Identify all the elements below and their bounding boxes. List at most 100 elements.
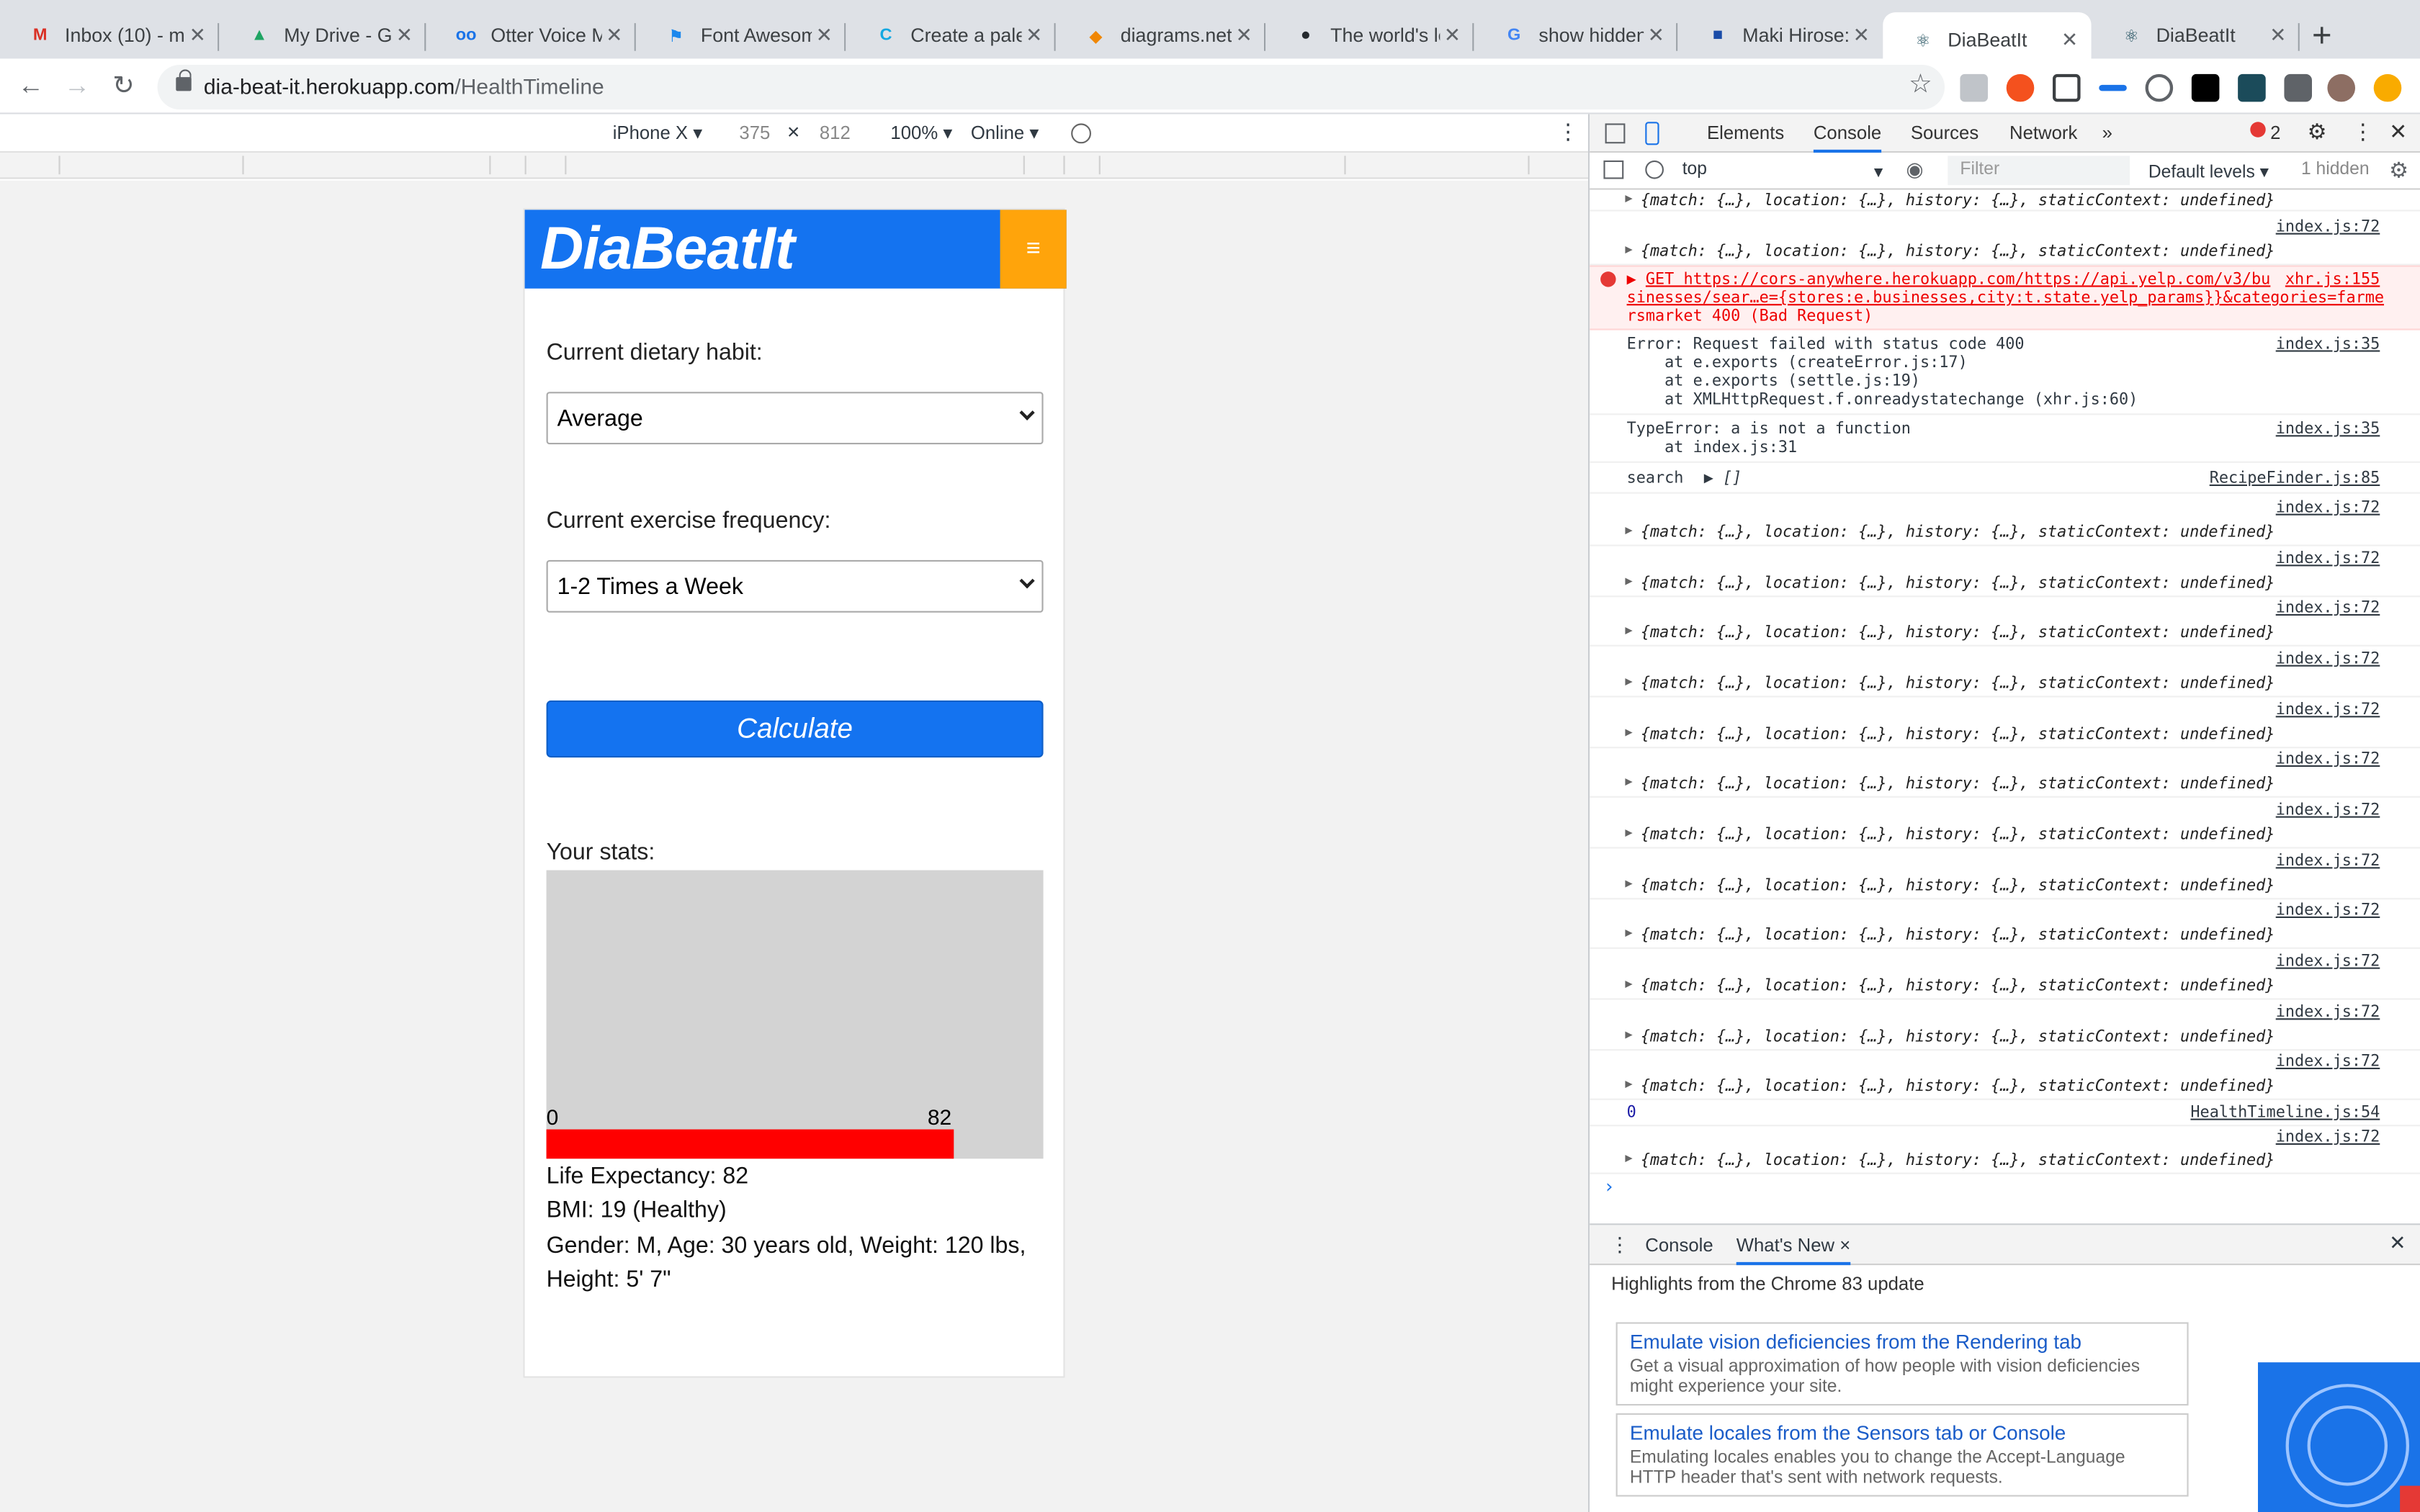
tab-elements[interactable]: Elements: [1707, 122, 1784, 143]
live-expression-eye-icon[interactable]: ◉: [1906, 158, 1923, 182]
reload-icon[interactable]: ↻: [105, 68, 142, 104]
console-log-row[interactable]: index.js:72 ▶ {match: {…}, location: {…}, …: [1590, 747, 2420, 798]
browser-tab[interactable]: ▲ My Drive - Go ✕: [219, 12, 426, 58]
puzzle-extensions-icon[interactable]: [2284, 73, 2312, 102]
tab-network[interactable]: Network: [2009, 122, 2077, 143]
log-levels-select[interactable]: Default levels ▾: [2148, 161, 2269, 182]
exercise-select[interactable]: 1-2 Times a Week: [546, 559, 1044, 613]
browser-tab[interactable]: ⚛ DiaBeatIt ✕: [2092, 12, 2300, 58]
source-link[interactable]: index.js:72: [2276, 903, 2380, 920]
console-log-row[interactable]: ▶ {match: {…}, location: {…}, history: {……: [1590, 190, 2420, 212]
expand-triangle-icon[interactable]: ▶: [1625, 976, 1632, 990]
browser-tab[interactable]: ● The world's le ✕: [1265, 12, 1474, 58]
console-log-row[interactable]: index.js:72 ▶ {match: {…}, location: {…}, …: [1590, 898, 2420, 949]
console-filter-input[interactable]: Filter: [1948, 156, 2130, 186]
close-tab-icon[interactable]: ✕: [1022, 23, 1047, 48]
source-link[interactable]: index.js:72: [2276, 651, 2380, 668]
console-error-row[interactable]: Error: Request failed with status code 4…: [1590, 332, 2420, 415]
expand-triangle-icon[interactable]: ▶: [1625, 876, 1632, 890]
source-link[interactable]: index.js:72: [2276, 853, 2380, 870]
console-log-row[interactable]: 0 HealthTimeline.js:54: [1590, 1100, 2420, 1127]
clear-console-icon[interactable]: [1645, 160, 1664, 179]
react-devtools-icon[interactable]: [2238, 73, 2266, 102]
expand-triangle-icon[interactable]: ▶: [1625, 825, 1632, 839]
source-link[interactable]: index.js:72: [2276, 1130, 2380, 1147]
back-icon[interactable]: ←: [12, 68, 49, 104]
close-tab-icon[interactable]: ✕: [2266, 23, 2290, 48]
tab-sources[interactable]: Sources: [1911, 122, 1978, 143]
console-log-row[interactable]: index.js:72 ▶ {match: {…}, location: {…}, …: [1590, 595, 2420, 647]
drawer-tab-whats-new[interactable]: What's New ×: [1736, 1234, 1851, 1266]
drawer-tab-console[interactable]: Console: [1645, 1234, 1713, 1256]
devtools-menu-icon[interactable]: ⋮: [2352, 119, 2374, 145]
close-tab-icon[interactable]: ✕: [602, 23, 627, 48]
console-log-row[interactable]: search ▶ [] RecipeFinder.js:85: [1590, 464, 2420, 494]
source-link[interactable]: HealthTimeline.js:54: [2190, 1104, 2380, 1122]
console-log-row[interactable]: index.js:72 ▶ {match: {…}, location: {…}, …: [1590, 1126, 2420, 1174]
source-link[interactable]: index.js:72: [2276, 600, 2380, 618]
source-link[interactable]: index.js:72: [2276, 802, 2380, 819]
expand-triangle-icon[interactable]: ▶: [1625, 775, 1632, 788]
close-tab-icon[interactable]: ✕: [1232, 23, 1256, 48]
expand-triangle-icon[interactable]: ▶: [1625, 1077, 1632, 1091]
expand-triangle-icon[interactable]: ▶: [1625, 674, 1632, 688]
console-log-row[interactable]: index.js:72 ▶ {match: {…}, location: {…}, …: [1590, 647, 2420, 698]
expand-triangle-icon[interactable]: ▶: [1625, 624, 1632, 637]
more-options-icon[interactable]: ⋮: [1557, 119, 1579, 145]
source-link[interactable]: index.js:72: [2276, 500, 2380, 517]
network-throttle-select[interactable]: Online ▾: [971, 122, 1039, 143]
console-error-row[interactable]: ▶ GET https://cors-anywhere.herokuapp.co…: [1590, 265, 2420, 330]
console-settings-gear-icon[interactable]: ⚙: [2389, 158, 2408, 184]
source-link[interactable]: index.js:72: [2276, 1054, 2380, 1071]
source-link[interactable]: index.js:72: [2276, 702, 2380, 719]
close-tab-icon[interactable]: ✕: [1440, 23, 1464, 48]
card-title[interactable]: Emulate locales from the Sensors tab or …: [1630, 1421, 2174, 1444]
console-log-row[interactable]: index.js:72 ▶ {match: {…}, location: {…}, …: [1590, 798, 2420, 849]
extension-icon[interactable]: [2145, 73, 2174, 102]
bookmark-star-icon[interactable]: ☆: [1909, 69, 1932, 100]
close-tab-icon[interactable]: ✕: [185, 23, 210, 48]
app-brand-logo[interactable]: DiaBeatIt: [540, 216, 795, 284]
close-tab-icon[interactable]: ✕: [1644, 23, 1668, 48]
whats-new-card[interactable]: Emulate locales from the Sensors tab or …: [1615, 1413, 2189, 1497]
source-link[interactable]: index.js:72: [2276, 752, 2380, 769]
extension-icon[interactable]: [2006, 73, 2035, 102]
avatar[interactable]: [2327, 73, 2355, 102]
browser-tab[interactable]: ■ Maki Hirose: L✕: [1677, 12, 1883, 58]
hamburger-menu-button[interactable]: ≡: [1000, 210, 1067, 289]
expand-triangle-icon[interactable]: ▶: [1625, 926, 1632, 940]
error-count[interactable]: 2: [2270, 122, 2280, 143]
new-tab-button[interactable]: +: [2312, 15, 2332, 55]
calculate-button[interactable]: Calculate: [546, 700, 1044, 758]
device-toggle-icon[interactable]: [1645, 122, 1659, 145]
extension-icon[interactable]: [2099, 84, 2127, 91]
settings-gear-icon[interactable]: ⚙: [2308, 119, 2327, 145]
extension-icon[interactable]: [2191, 73, 2220, 102]
browser-tab[interactable]: Gshow hidden f✕: [1474, 12, 1678, 58]
browser-tab[interactable]: ⚑ Font Awesome✕: [636, 12, 846, 58]
source-link[interactable]: index.js:72: [2276, 953, 2380, 971]
console-log-row[interactable]: index.js:72 ▶ {match: {…}, location: {…}, …: [1590, 849, 2420, 900]
close-tab-icon[interactable]: ✕: [1849, 23, 1873, 48]
drawer-menu-icon[interactable]: ⋮: [1610, 1233, 1630, 1257]
console-log-row[interactable]: index.js:72 ▶ {match: {…}, location: {…},…: [1590, 215, 2420, 266]
address-bar[interactable]: dia-beat-it.herokuapp.com/HealthTimeline…: [157, 65, 1945, 110]
expand-triangle-icon[interactable]: ▶: [1625, 574, 1632, 588]
screenshot-extension-icon[interactable]: [2053, 73, 2081, 102]
sidebar-toggle-icon[interactable]: [1603, 160, 1624, 179]
console-log-row[interactable]: index.js:72 ▶ {match: {…}, location: {…}, …: [1590, 698, 2420, 749]
close-tab-icon[interactable]: ✕: [392, 23, 416, 48]
forward-icon[interactable]: →: [58, 68, 95, 104]
expand-triangle-icon[interactable]: ▶: [1625, 523, 1632, 536]
expand-triangle-icon[interactable]: ▶: [1625, 725, 1632, 739]
update-icon[interactable]: [2373, 73, 2402, 102]
source-link[interactable]: index.js:72: [2276, 1004, 2380, 1022]
device-select[interactable]: iPhone X ▾: [613, 122, 702, 143]
close-devtools-icon[interactable]: ✕: [2389, 119, 2407, 145]
diet-select[interactable]: Average: [546, 392, 1044, 445]
expand-triangle-icon[interactable]: ▶: [1625, 1151, 1632, 1165]
console-prompt[interactable]: ›: [1603, 1176, 1615, 1197]
whats-new-card[interactable]: Emulate vision deficiencies from the Ren…: [1615, 1322, 2189, 1406]
browser-tab[interactable]: C Create a palet ✕: [846, 12, 1056, 58]
expand-triangle-icon[interactable]: ▶: [1625, 1027, 1632, 1041]
